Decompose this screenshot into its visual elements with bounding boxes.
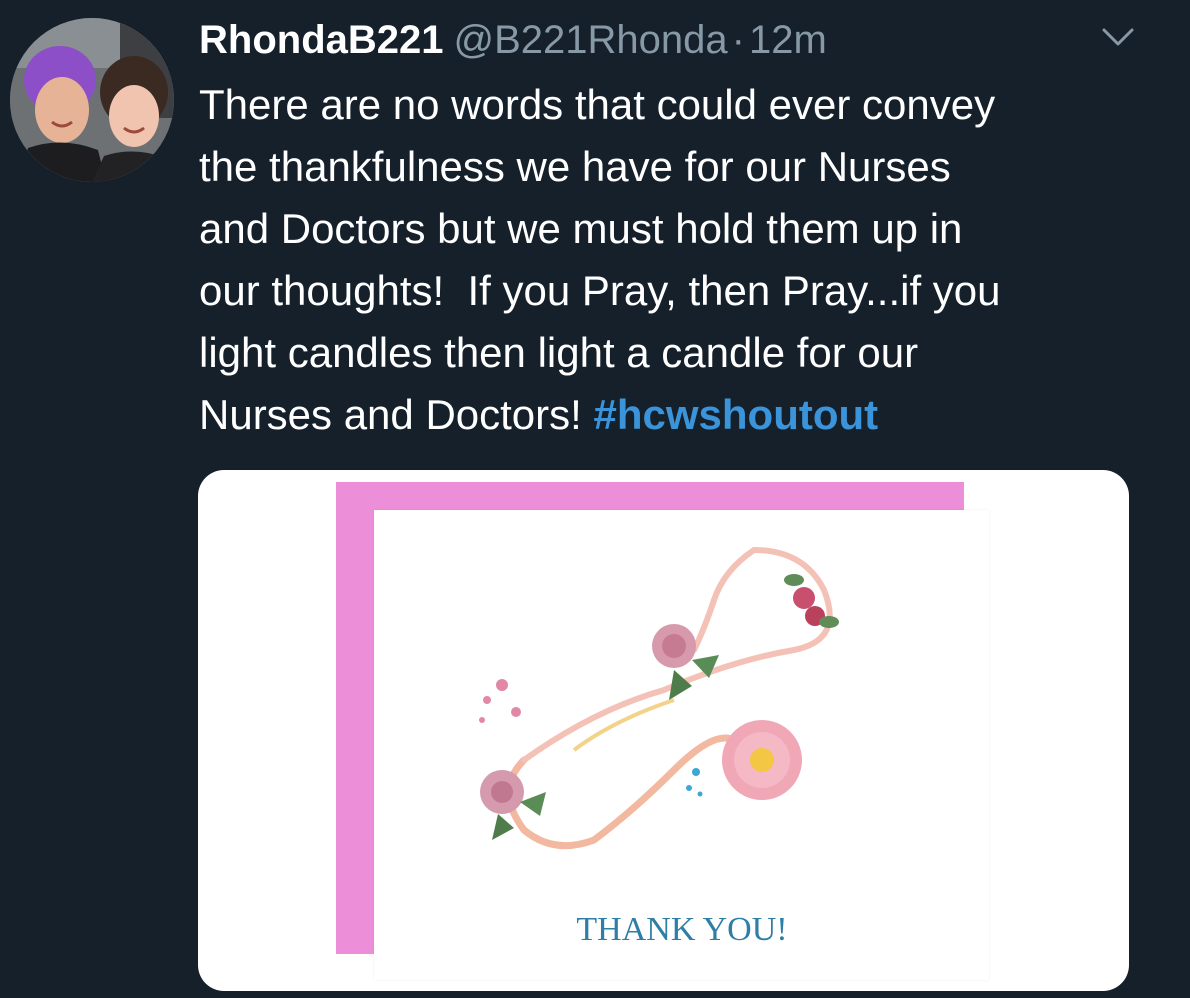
tweet-body: There are no words that could ever conve… [199, 81, 1001, 438]
avatar[interactable] [10, 18, 174, 182]
user-handle[interactable]: @B221Rhonda [454, 18, 728, 62]
chevron-down-icon [1102, 28, 1134, 46]
timestamp[interactable]: 12m [749, 18, 827, 62]
display-name[interactable]: RhondaB221 [199, 18, 444, 62]
hashtag-link[interactable]: #hcwshoutout [594, 391, 879, 438]
tweet[interactable]: RhondaB221 @B221Rhonda · 12m There are no w… [0, 0, 1190, 998]
tweet-text: There are no words that could ever conve… [199, 74, 1159, 446]
card-message: THANK YOU! [576, 911, 788, 948]
separator-dot: · [731, 18, 745, 62]
avatar-photo [10, 18, 174, 182]
tweet-header: RhondaB221 @B221Rhonda · 12m [199, 14, 827, 66]
more-options-button[interactable] [1098, 22, 1138, 54]
